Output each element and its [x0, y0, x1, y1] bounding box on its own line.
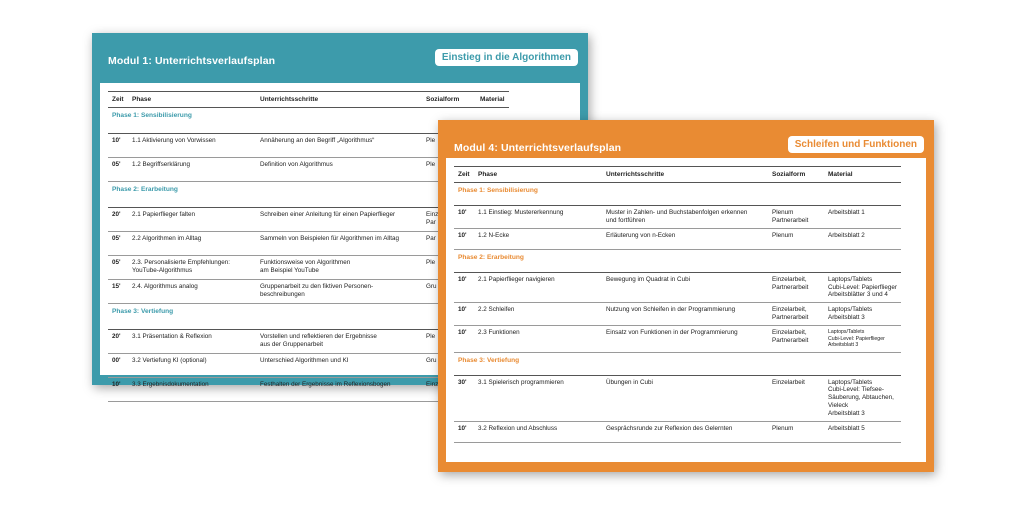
phase-cell: 1.2 Begriffserklärung — [128, 157, 256, 182]
phase-label: Phase 3: Vertiefung — [454, 352, 901, 376]
table-row: 10' 2.1 Papierflieger navigieren Bewegung … — [454, 272, 901, 304]
module-4-body: Zeit Phase Unterrichtsschritte Sozialform Ma… — [446, 158, 926, 462]
zeit-cell: 10' — [454, 421, 474, 443]
column-header: Unterrichtsschritte — [256, 91, 422, 108]
column-header: Zeit — [108, 91, 128, 108]
sozialform-cell: Einzelarbeit, Partnerarbeit — [768, 325, 824, 353]
module-4-table: Zeit Phase Unterrichtsschritte Sozialform Ma… — [454, 166, 901, 443]
table-row: 10' 3.2 Reflexion und Abschluss Gesprächsr… — [454, 421, 901, 443]
column-header: Sozialform — [768, 166, 824, 183]
column-header: Phase — [474, 166, 602, 183]
material-cell: Laptops/Tablets Cubi-Level: Papierflieger… — [824, 272, 901, 304]
steps-cell: Unterschied Algorithmen und KI — [256, 353, 422, 378]
table-row: 30' 3.1 Spielerisch programmieren Übungen … — [454, 375, 901, 422]
column-header: Sozialform — [422, 91, 476, 108]
steps-cell: Schreiben einer Anleitung für einen Papi… — [256, 207, 422, 232]
zeit-cell: 20' — [108, 329, 128, 354]
material-cell: Arbeitsblatt 5 — [824, 421, 901, 443]
phase-label: Phase 2: Erarbeitung — [454, 249, 901, 273]
phase-cell: 2.4. Algorithmus analog — [128, 279, 256, 304]
table-row: 10' 2.2 Schleifen Nutzung von Schleifen in… — [454, 302, 901, 327]
table-row: 10' 2.3 Funktionen Einsatz von Funktionen … — [454, 325, 901, 353]
sozialform-cell: Einzelarbeit, Partnerarbeit — [768, 272, 824, 304]
steps-cell: Gruppenarbeit zu den fiktiven Personen-b… — [256, 279, 422, 304]
steps-cell: Definition von Algorithmus — [256, 157, 422, 182]
column-header: Unterrichtsschritte — [602, 166, 768, 183]
zeit-cell: 00' — [108, 353, 128, 378]
material-cell: Arbeitsblatt 1 — [824, 205, 901, 229]
sozialform-cell: Einzelarbeit — [768, 375, 824, 422]
phase-cell: 1.2 N-Ecke — [474, 228, 602, 250]
sozialform-cell: Plenum Partnerarbeit — [768, 205, 824, 229]
table-row: 10' 1.2 N-Ecke Erläuterung von n-Ecken Plen… — [454, 228, 901, 250]
module-4-title: Modul 4: Unterrichtsverlaufsplan — [454, 142, 622, 154]
module-4-plan-card: Modul 4: Unterrichtsverlaufsplan Schleif… — [438, 120, 934, 472]
zeit-cell: 05' — [108, 255, 128, 280]
table-row: 10' 1.1 Einstieg: Mustererkennung Muster i… — [454, 205, 901, 229]
column-header: Material — [824, 166, 901, 183]
phase-cell: 1.1 Aktivierung von Vorwissen — [128, 133, 256, 158]
phase-cell: 2.3 Funktionen — [474, 325, 602, 353]
zeit-cell: 10' — [108, 377, 128, 402]
phase-cell: 3.1 Spielerisch programmieren — [474, 375, 602, 422]
phase-cell: 2.1 Papierflieger falten — [128, 207, 256, 232]
steps-cell: Bewegung im Quadrat in Cubi — [602, 272, 768, 304]
column-header: Phase — [128, 91, 256, 108]
material-cell: Arbeitsblatt 2 — [824, 228, 901, 250]
steps-cell: Funktionsweise von Algorithmen am Beispie… — [256, 255, 422, 280]
phase-cell: 2.3. Personalisierte Empfehlungen: YouTub… — [128, 255, 256, 280]
phase-cell: 1.1 Einstieg: Mustererkennung — [474, 205, 602, 229]
zeit-cell: 10' — [454, 228, 474, 250]
steps-cell: Annäherung an den Begriff „Algorithmus“ — [256, 133, 422, 158]
zeit-cell: 10' — [454, 205, 474, 229]
zeit-cell: 10' — [454, 302, 474, 327]
material-cell: Laptops/Tablets Arbeitsblatt 3 — [824, 302, 901, 327]
zeit-cell: 10' — [454, 325, 474, 353]
phase-label: Phase 1: Sensibilisierung — [454, 182, 901, 206]
zeit-cell: 05' — [108, 157, 128, 182]
steps-cell: Muster in Zahlen- und Buchstabenfolgen e… — [602, 205, 768, 229]
zeit-cell: 05' — [108, 231, 128, 256]
module-1-title: Modul 1: Unterrichtsverlaufsplan — [108, 55, 276, 67]
phase-cell: 3.3 Ergebnisdokumentation — [128, 377, 256, 402]
column-header: Material — [476, 91, 509, 108]
material-cell: Laptops/Tablets Cubi-Level: Papierflieger… — [824, 325, 901, 353]
module-4-badge: Schleifen und Funktionen — [787, 136, 924, 153]
steps-cell: Einsatz von Funktionen in der Programmie… — [602, 325, 768, 353]
phase-cell: 3.2 Vertiefung KI (optional) — [128, 353, 256, 378]
zeit-cell: 30' — [454, 375, 474, 422]
phase-cell: 2.2 Algorithmen im Alltag — [128, 231, 256, 256]
material-cell: Laptops/Tablets Cubi-Level: Tiefsee- Säube… — [824, 375, 901, 422]
zeit-cell: 15' — [108, 279, 128, 304]
zeit-cell: 10' — [454, 272, 474, 304]
zeit-cell: 20' — [108, 207, 128, 232]
zeit-cell: 10' — [108, 133, 128, 158]
sozialform-cell: Plenum — [768, 228, 824, 250]
steps-cell: Nutzung von Schleifen in der Programmier… — [602, 302, 768, 327]
steps-cell: Gesprächsrunde zur Reflexion des Gelernt… — [602, 421, 768, 443]
steps-cell: Sammeln von Beispielen für Algorithmen i… — [256, 231, 422, 256]
phase-row: Phase 3: Vertiefung — [454, 352, 901, 376]
steps-cell: Übungen in Cubi — [602, 375, 768, 422]
phase-cell: 2.1 Papierflieger navigieren — [474, 272, 602, 304]
phase-row: Phase 2: Erarbeitung — [454, 249, 901, 273]
phase-row: Phase 1: Sensibilisierung — [454, 182, 901, 206]
phase-cell: 3.2 Reflexion und Abschluss — [474, 421, 602, 443]
steps-cell: Vorstellen und reflektieren der Ergebnis… — [256, 329, 422, 354]
column-header: Zeit — [454, 166, 474, 183]
steps-cell: Festhalten der Ergebnisse im Reflexionsb… — [256, 377, 422, 402]
sozialform-cell: Einzelarbeit, Partnerarbeit — [768, 302, 824, 327]
phase-cell: 3.1 Präsentation & Reflexion — [128, 329, 256, 354]
phase-cell: 2.2 Schleifen — [474, 302, 602, 327]
module-1-badge: Einstieg in die Algorithmen — [434, 49, 578, 66]
sozialform-cell: Plenum — [768, 421, 824, 443]
steps-cell: Erläuterung von n-Ecken — [602, 228, 768, 250]
